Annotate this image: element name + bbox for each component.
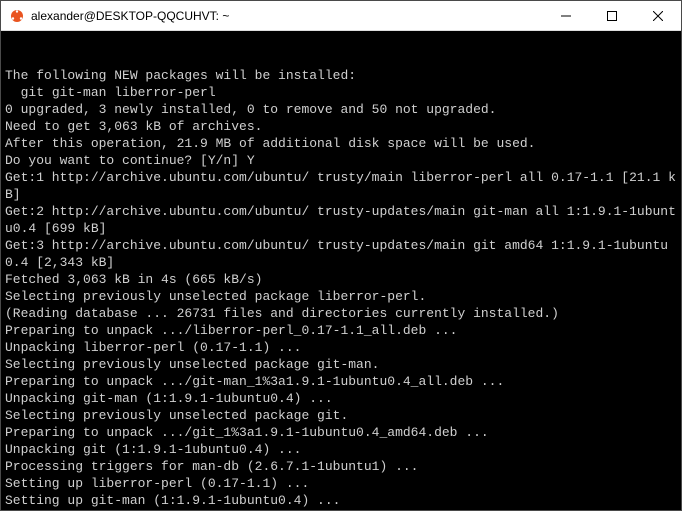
minimize-button[interactable] xyxy=(543,1,589,30)
terminal-line: Do you want to continue? [Y/n] Y xyxy=(5,152,677,169)
terminal-line: Selecting previously unselected package … xyxy=(5,407,677,424)
window-title: alexander@DESKTOP-QQCUHVT: ~ xyxy=(31,9,543,23)
terminal-line: Setting up git (1:1.9.1-1ubuntu0.4) ... xyxy=(5,509,677,510)
window-controls xyxy=(543,1,681,30)
terminal-line: (Reading database ... 26731 files and di… xyxy=(5,305,677,322)
terminal-line: The following NEW packages will be insta… xyxy=(5,67,677,84)
terminal-line: Selecting previously unselected package … xyxy=(5,288,677,305)
titlebar: alexander@DESKTOP-QQCUHVT: ~ xyxy=(1,1,681,31)
terminal-line: Need to get 3,063 kB of archives. xyxy=(5,118,677,135)
terminal-line: Setting up liberror-perl (0.17-1.1) ... xyxy=(5,475,677,492)
app-icon xyxy=(9,8,25,24)
terminal-line: 0 upgraded, 3 newly installed, 0 to remo… xyxy=(5,101,677,118)
terminal-line: Preparing to unpack .../git_1%3a1.9.1-1u… xyxy=(5,424,677,441)
terminal-line: Processing triggers for man-db (2.6.7.1-… xyxy=(5,458,677,475)
terminal-line: Fetched 3,063 kB in 4s (665 kB/s) xyxy=(5,271,677,288)
maximize-button[interactable] xyxy=(589,1,635,30)
close-button[interactable] xyxy=(635,1,681,30)
terminal-line: Get:3 http://archive.ubuntu.com/ubuntu/ … xyxy=(5,237,677,271)
terminal-line: Setting up git-man (1:1.9.1-1ubuntu0.4) … xyxy=(5,492,677,509)
terminal-line: git git-man liberror-perl xyxy=(5,84,677,101)
terminal-output[interactable]: The following NEW packages will be insta… xyxy=(1,31,681,510)
terminal-line: Unpacking git (1:1.9.1-1ubuntu0.4) ... xyxy=(5,441,677,458)
terminal-line: Selecting previously unselected package … xyxy=(5,356,677,373)
terminal-line: Preparing to unpack .../git-man_1%3a1.9.… xyxy=(5,373,677,390)
terminal-window: alexander@DESKTOP-QQCUHVT: ~ The followi… xyxy=(0,0,682,511)
terminal-line: Preparing to unpack .../liberror-perl_0.… xyxy=(5,322,677,339)
terminal-line: Get:1 http://archive.ubuntu.com/ubuntu/ … xyxy=(5,169,677,203)
terminal-line: Unpacking git-man (1:1.9.1-1ubuntu0.4) .… xyxy=(5,390,677,407)
terminal-line: After this operation, 21.9 MB of additio… xyxy=(5,135,677,152)
terminal-line: Unpacking liberror-perl (0.17-1.1) ... xyxy=(5,339,677,356)
terminal-line: Get:2 http://archive.ubuntu.com/ubuntu/ … xyxy=(5,203,677,237)
